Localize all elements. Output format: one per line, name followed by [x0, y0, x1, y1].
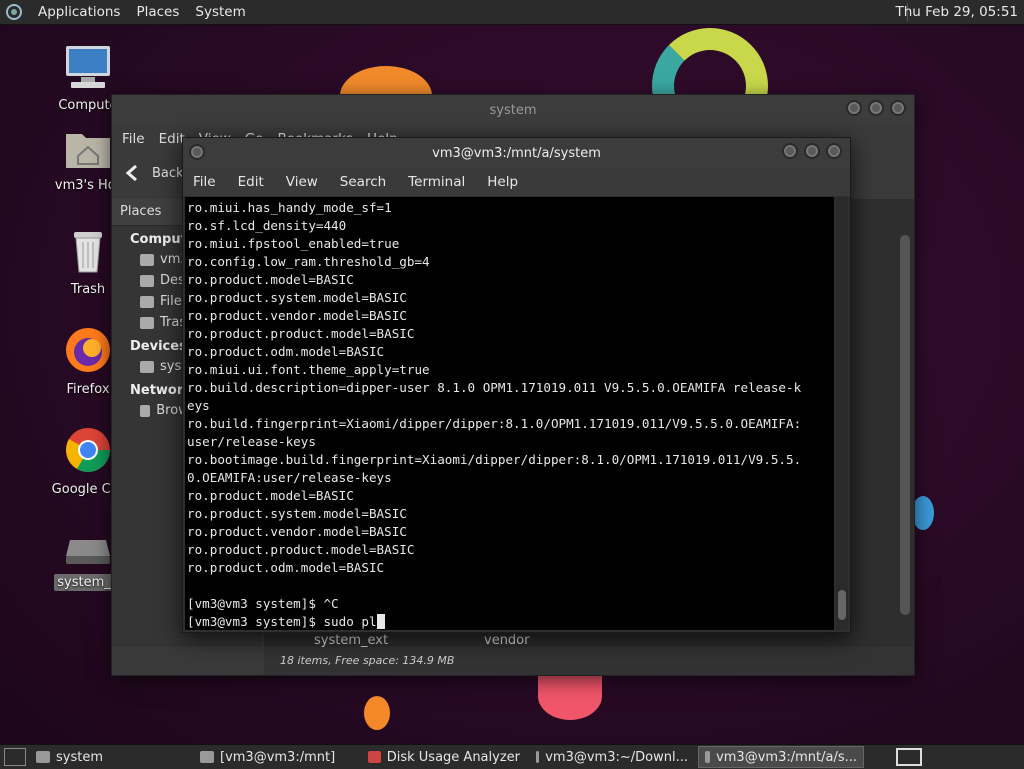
close-button[interactable] [826, 143, 842, 159]
menu-applications[interactable]: Applications [38, 4, 120, 20]
terminal-scrollbar[interactable] [836, 197, 848, 630]
home-folder-icon [66, 134, 110, 168]
status-bar: 18 items, Free space: 134.9 MB [264, 647, 914, 675]
terminal-line: ro.product.model=BASIC [187, 272, 354, 287]
trash-icon [140, 316, 154, 329]
terminal-line: ro.product.system.model=BASIC [187, 506, 407, 521]
terminal-menubar: File Edit View Search Terminal Help [183, 168, 850, 196]
maximize-button[interactable] [804, 143, 820, 159]
minimize-button[interactable] [846, 100, 862, 116]
terminal-line: [vm3@vm3 system]$ ^C [187, 596, 339, 611]
wallpaper-blob-blue [912, 496, 934, 530]
firefox-icon [66, 328, 110, 372]
terminal-line: eys [187, 398, 210, 413]
fm-menu-edit[interactable]: Edit [159, 131, 185, 147]
task-terminal-system[interactable]: vm3@vm3:/mnt/a/s... [698, 746, 864, 768]
computer-icon [66, 46, 110, 88]
terminal-line: ro.miui.ui.font.theme_apply=true [187, 362, 430, 377]
minimize-button[interactable] [782, 143, 798, 159]
task-disk-usage-analyzer[interactable]: Disk Usage Analyzer [362, 746, 526, 768]
back-button[interactable]: Back [152, 166, 184, 181]
terminal-line: ro.miui.has_handy_mode_sf=1 [187, 200, 392, 215]
term-menu-help[interactable]: Help [487, 174, 518, 190]
terminal-titlebar[interactable]: vm3@vm3:/mnt/a/system [183, 138, 850, 168]
fm-menu-file[interactable]: File [122, 131, 145, 147]
task-system[interactable]: system [30, 746, 190, 768]
workspace-switcher[interactable] [896, 748, 922, 766]
terminal-icon [200, 751, 214, 763]
term-menu-terminal[interactable]: Terminal [408, 174, 465, 190]
terminal-icon [705, 751, 711, 763]
file-manager-titlebar[interactable]: system [112, 95, 914, 125]
terminal-line: ro.build.fingerprint=Xiaomi/dipper/dippe… [187, 416, 802, 431]
terminal-line: ro.product.odm.model=BASIC [187, 344, 385, 359]
top-panel: Applications Places System Thu Feb 29, 0… [0, 0, 1024, 25]
terminal-line: 0.OEAMIFA:user/release-keys [187, 470, 392, 485]
terminal-line: ro.product.product.model=BASIC [187, 542, 415, 557]
window-menu-button[interactable] [189, 144, 205, 160]
disk-analyzer-icon [368, 751, 381, 763]
terminal-scrollbar-thumb[interactable] [838, 590, 846, 620]
term-menu-file[interactable]: File [193, 174, 216, 190]
drive-icon [140, 360, 154, 373]
terminal-output: ro.miui.has_handy_mode_sf=1 ro.sf.lcd_de… [185, 197, 834, 613]
chrome-icon [66, 428, 110, 472]
terminal-line: ro.product.odm.model=BASIC [187, 560, 385, 575]
term-menu-edit[interactable]: Edit [238, 174, 264, 190]
maximize-button[interactable] [868, 100, 884, 116]
bottom-taskbar: system [vm3@vm3:/mnt] Disk Usage Analyze… [0, 744, 1024, 769]
terminal-prompt: [vm3@vm3 system]$ sudo pl [187, 614, 377, 629]
terminal-icon [536, 751, 540, 763]
terminal-line: ro.miui.fpstool_enabled=true [187, 236, 400, 251]
file-view-scrollbar[interactable] [900, 235, 910, 615]
desktop-icon [140, 274, 154, 287]
terminal-line: ro.config.low_ram.threshold_gb=4 [187, 254, 430, 269]
term-menu-view[interactable]: View [286, 174, 318, 190]
terminal-line: ro.product.system.model=BASIC [187, 290, 407, 305]
close-button[interactable] [890, 100, 906, 116]
window-title: system [489, 102, 537, 118]
terminal-line: ro.product.vendor.model=BASIC [187, 308, 407, 323]
terminal-prompt-line[interactable]: [vm3@vm3 system]$ sudo pl [185, 613, 834, 630]
back-arrow-icon[interactable] [122, 162, 144, 184]
distro-logo-icon[interactable] [6, 4, 22, 20]
trash-icon [74, 232, 102, 273]
terminal-line: ro.product.model=BASIC [187, 488, 354, 503]
terminal-line: ro.product.vendor.model=BASIC [187, 524, 407, 539]
terminal-screen[interactable]: ro.miui.has_handy_mode_sf=1 ro.sf.lcd_de… [185, 197, 834, 630]
task-terminal-mnt[interactable]: [vm3@vm3:/mnt] [194, 746, 358, 768]
home-icon [140, 253, 154, 266]
terminal-line: user/release-keys [187, 434, 316, 449]
network-icon [140, 404, 151, 417]
file-item-system-ext[interactable]: system_ext [314, 633, 388, 648]
term-menu-search[interactable]: Search [340, 174, 386, 190]
text-cursor [376, 614, 385, 629]
folder-icon [36, 751, 50, 763]
file-item-vendor[interactable]: vendor [484, 633, 529, 648]
menu-system[interactable]: System [195, 4, 245, 20]
terminal-line: ro.product.product.model=BASIC [187, 326, 415, 341]
filesystem-icon [140, 295, 154, 308]
clock[interactable]: Thu Feb 29, 05:51 [895, 4, 1018, 20]
drive-icon [66, 540, 110, 564]
wallpaper-blob-pink [538, 672, 602, 720]
wallpaper-blob-small-orange [364, 696, 390, 730]
menu-places[interactable]: Places [136, 4, 179, 20]
terminal-window: vm3@vm3:/mnt/a/system File Edit View Sea… [182, 137, 851, 633]
show-desktop-button[interactable] [4, 748, 26, 766]
terminal-line: ro.build.description=dipper-user 8.1.0 O… [187, 380, 802, 395]
terminal-line: ro.sf.lcd_density=440 [187, 218, 347, 233]
task-terminal-downloads[interactable]: vm3@vm3:~/Downl... [530, 746, 694, 768]
terminal-title: vm3@vm3:/mnt/a/system [432, 145, 601, 161]
terminal-line: ro.bootimage.build.fingerprint=Xiaomi/di… [187, 452, 802, 467]
